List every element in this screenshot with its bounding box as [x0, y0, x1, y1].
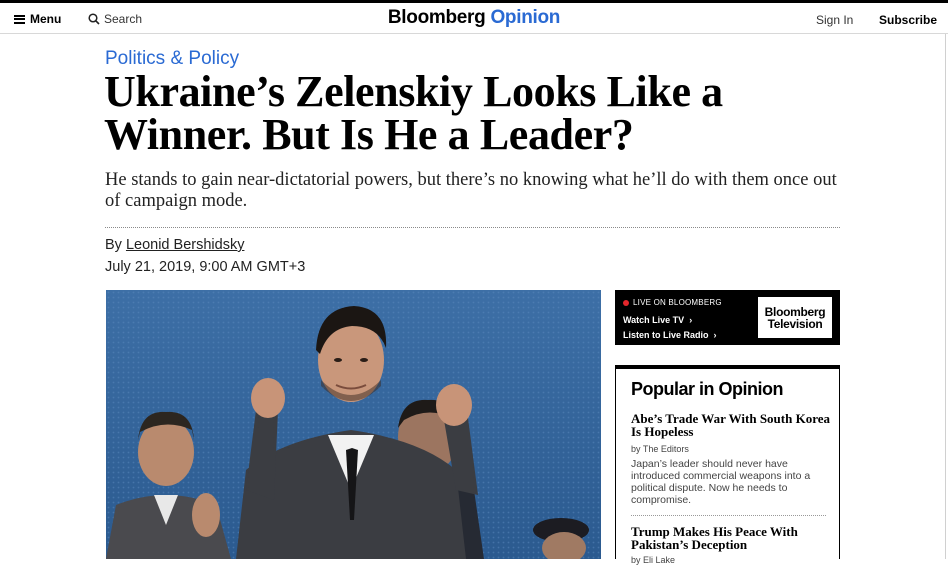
watch-live-tv-label: Watch Live TV [623, 315, 685, 325]
popular-item-title[interactable]: Trump Makes His Peace With Pakistan’s De… [631, 525, 831, 551]
lead-photo-art [106, 290, 601, 559]
headline-line-1: Ukraine’s Zelenskiy Looks Like a [104, 67, 723, 116]
popular-item-byline: by Eli Lake [631, 555, 676, 565]
divider [105, 227, 840, 228]
byline-prefix: By [105, 237, 122, 253]
popular-item-summary: Japan’s leader should never have introdu… [631, 458, 811, 506]
listen-live-radio-link[interactable]: Listen to Live Radio › [623, 330, 717, 340]
listen-live-radio-label: Listen to Live Radio [623, 330, 709, 340]
popular-in-opinion: Popular in Opinion Abe’s Trade War With … [615, 365, 840, 565]
popular-divider [631, 515, 826, 516]
popular-item-byline: by The Editors [631, 444, 689, 454]
site-logo[interactable]: Bloomberg Opinion [0, 7, 948, 29]
article-dek: He stands to gain near-dictatorial power… [105, 170, 837, 211]
sign-in-link[interactable]: Sign In [816, 13, 853, 27]
headline: Ukraine’s Zelenskiy Looks Like a Winner.… [104, 67, 864, 159]
byline: By Leonid Bershidsky [105, 237, 244, 253]
live-label: LIVE ON BLOOMBERG [633, 298, 722, 307]
headline-line-2: Winner. But Is He a Leader? [104, 110, 634, 159]
chevron-right-icon: › [686, 315, 693, 325]
scrollbar-edge [945, 34, 946, 559]
logo-sub: Opinion [490, 7, 561, 28]
publish-date: July 21, 2019, 9:00 AM GMT+3 [105, 259, 306, 275]
live-label-row: LIVE ON BLOOMBERG [623, 298, 722, 307]
chevron-right-icon: › [711, 330, 717, 340]
author-link[interactable]: Leonid Bershidsky [126, 237, 245, 253]
live-on-bloomberg-panel[interactable]: LIVE ON BLOOMBERG Watch Live TV › Listen… [615, 290, 840, 345]
site-header: Menu Search Bloomberg Opinion Sign In Su… [0, 3, 948, 34]
subscribe-link[interactable]: Subscribe [879, 13, 937, 27]
popular-heading: Popular in Opinion [631, 379, 784, 399]
live-dot-icon [623, 299, 629, 306]
tv-logo-line-2: Television [767, 316, 823, 331]
watch-live-tv-link[interactable]: Watch Live TV › [623, 315, 692, 325]
logo-main: Bloomberg [387, 7, 486, 28]
bloomberg-television-logo: Bloomberg Television [758, 297, 832, 338]
tv-logo-line-1: Bloomberg [764, 304, 826, 319]
lead-photo [106, 290, 601, 559]
popular-item-title[interactable]: Abe’s Trade War With South Korea Is Hope… [631, 412, 831, 438]
